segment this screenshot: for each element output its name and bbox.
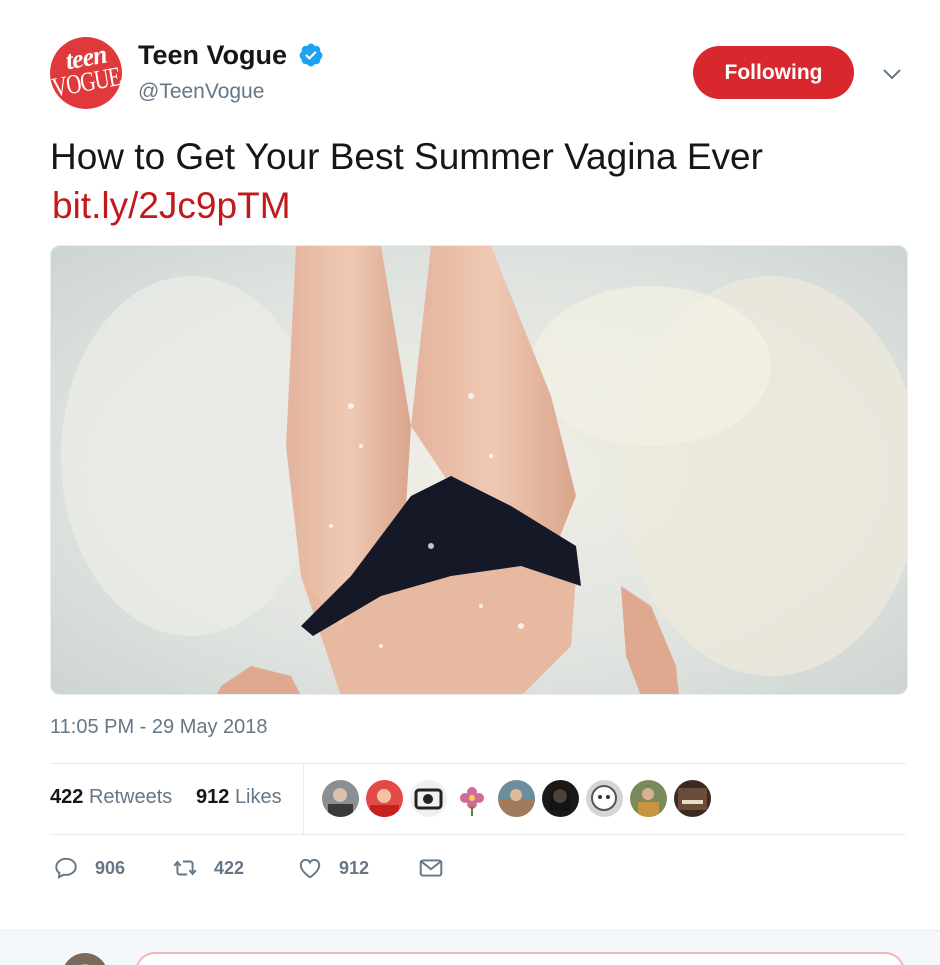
stats-divider <box>303 764 304 834</box>
retweet-count: 422 <box>214 857 245 878</box>
liker-avatar-5[interactable] <box>498 780 535 817</box>
liker-avatar-2[interactable] <box>366 780 403 817</box>
display-name[interactable]: Teen Vogue <box>138 40 287 71</box>
chevron-down-icon[interactable] <box>880 62 904 86</box>
likes-label: Likes <box>234 786 282 808</box>
liker-avatar-6[interactable] <box>542 780 579 817</box>
likes-stat[interactable]: 912 Likes <box>196 786 282 809</box>
divider <box>50 834 906 835</box>
reply-icon <box>55 857 77 879</box>
retweet-button[interactable]: 422 <box>172 852 244 884</box>
tweet-text: How to Get Your Best Summer Vagina Ever <box>50 136 763 177</box>
like-button[interactable]: 912 <box>297 852 369 884</box>
retweets-label: Retweets <box>88 786 173 808</box>
account-handle[interactable]: @TeenVogue <box>138 80 264 104</box>
following-button[interactable]: Following <box>693 46 854 99</box>
tweet-card: teen VOGUE Teen Vogue @TeenVogue Followi… <box>0 0 940 930</box>
envelope-icon <box>419 859 443 877</box>
liker-avatar-9[interactable] <box>674 780 711 817</box>
retweets-stat[interactable]: 422 Retweets <box>50 786 172 809</box>
verified-badge-icon <box>299 43 323 67</box>
like-count: 912 <box>339 857 370 878</box>
liker-avatar-8[interactable] <box>630 780 667 817</box>
tweet-media-photo[interactable] <box>50 245 908 695</box>
retweets-count: 422 <box>50 786 84 808</box>
reply-button[interactable]: 906 <box>53 852 125 884</box>
retweet-icon <box>173 860 197 876</box>
heart-icon <box>299 858 321 879</box>
account-avatar[interactable]: teen VOGUE <box>50 37 122 109</box>
liker-avatar-3[interactable] <box>410 780 447 817</box>
likes-count: 912 <box>196 786 230 808</box>
direct-message-button[interactable] <box>418 852 444 884</box>
liker-avatar-1[interactable] <box>322 780 359 817</box>
photo-illustration <box>51 246 907 694</box>
divider <box>50 763 906 764</box>
reply-count: 906 <box>95 857 126 878</box>
tweet-link[interactable]: bit.ly/2Jc9pTM <box>52 184 291 228</box>
liker-avatar-7[interactable] <box>586 780 623 817</box>
tweet-timestamp[interactable]: 11:05 PM - 29 May 2018 <box>50 716 268 739</box>
liker-avatar-4[interactable] <box>454 780 491 817</box>
reply-input[interactable] <box>135 952 905 965</box>
